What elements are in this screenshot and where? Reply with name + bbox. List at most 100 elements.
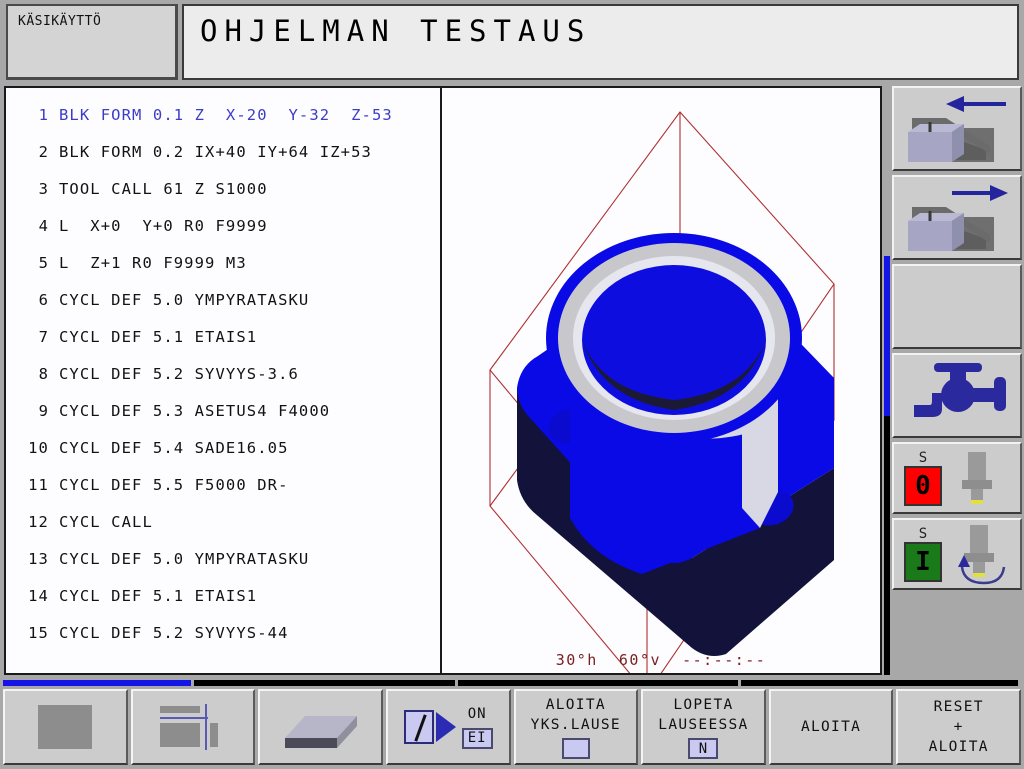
program-listing-panel[interactable]: 1 BLK FORM 0.1 Z X-20 Y-32 Z-53 2 BLK FORM … <box>4 86 441 675</box>
machined-circular-pocket <box>546 233 803 443</box>
scroll-segment[interactable] <box>740 680 1018 686</box>
program-line[interactable]: 8 CYCL DEF 5.2 SYVYYS-3.6 <box>6 355 440 392</box>
program-line[interactable]: 13 CYCL DEF 5.0 YMPYRATASKU <box>6 540 440 577</box>
program-line-number: 12 <box>28 512 49 531</box>
softkey-line2: + <box>953 719 964 735</box>
softkey-skip-block-toggle[interactable]: ON EI <box>385 689 511 765</box>
program-line-text: CYCL CALL <box>59 512 153 531</box>
softkey-view-split[interactable] <box>130 689 256 765</box>
spindle-rotate-icon <box>958 525 1006 585</box>
page-title-box: OHJELMAN TESTAUS <box>182 4 1019 80</box>
spindle-start-axis-label: S <box>918 526 928 542</box>
horizontal-scroll-strip[interactable] <box>0 677 1024 687</box>
toggle-on-label: ON <box>467 705 487 722</box>
program-line-text: CYCL DEF 5.0 YMPYRATASKU <box>59 549 310 568</box>
single-block-chip[interactable] <box>561 738 590 759</box>
operating-mode-box[interactable]: KÄSIKÄYTTÖ <box>6 4 178 80</box>
program-line-text: CYCL DEF 5.0 YMPYRATASKU <box>59 290 310 309</box>
program-line[interactable]: 1 BLK FORM 0.1 Z X-20 Y-32 Z-53 <box>6 96 440 133</box>
program-line[interactable]: 9 CYCL DEF 5.3 ASETUS4 F4000 <box>6 392 440 429</box>
program-line[interactable]: 10 CYCL DEF 5.4 SADE16.05 <box>6 429 440 466</box>
spindle-start-state: I <box>904 542 942 582</box>
program-line-number: 10 <box>28 438 49 457</box>
softkey-start-single-block[interactable]: ALOITA YKS.LAUSE <box>513 689 639 765</box>
program-line-number: 7 <box>38 327 49 346</box>
softkey-line1: ALOITA <box>545 697 606 713</box>
softkey-coolant[interactable] <box>892 353 1022 438</box>
program-line[interactable]: 15 CYCL DEF 5.2 SYVYYS-44 <box>6 614 440 651</box>
softkey-start[interactable]: ALOITA <box>768 689 894 765</box>
simulation-view-panel[interactable]: 30°h 60°v --:--:-- <box>440 86 883 675</box>
program-line-text: CYCL DEF 5.1 ETAIS1 <box>59 327 258 346</box>
program-line-number: 1 <box>38 105 49 124</box>
header-bar: KÄSIKÄYTTÖ OHJELMAN TESTAUS <box>0 0 1024 84</box>
program-line-number: 15 <box>28 623 49 642</box>
program-line-text: CYCL DEF 5.5 F5000 DR- <box>59 475 289 494</box>
right-softkey-column: S 0 S I <box>892 86 1022 675</box>
program-line-number: 2 <box>38 142 49 161</box>
program-line-number: 11 <box>28 475 49 494</box>
program-line-text: BLK FORM 0.1 Z X-20 Y-32 Z-53 <box>59 105 393 124</box>
main-body: 1 BLK FORM 0.1 Z X-20 Y-32 Z-53 2 BLK FORM … <box>0 84 1024 677</box>
program-line-text: L Z+1 R0 F9999 M3 <box>59 253 247 272</box>
program-line[interactable]: 4 L X+0 Y+0 R0 F9999 <box>6 207 440 244</box>
spindle-stop-state: 0 <box>904 466 942 506</box>
program-line-number: 8 <box>38 364 49 383</box>
softkey-spindle-stop[interactable]: S 0 <box>892 442 1022 514</box>
scroll-segment[interactable] <box>3 680 191 686</box>
program-line-text: CYCL DEF 5.1 ETAIS1 <box>59 586 258 605</box>
arm-arrow-left-icon <box>908 96 1006 162</box>
program-line-number: 13 <box>28 549 49 568</box>
softkey-line1: LOPETA <box>673 697 734 713</box>
split-layout-icon <box>159 704 226 750</box>
program-line-text: CYCL DEF 5.2 SYVYYS-44 <box>59 623 289 642</box>
softkey-blank[interactable] <box>892 264 1022 349</box>
softkey-view-solid[interactable] <box>3 689 128 765</box>
program-line[interactable]: 12 CYCL CALL <box>6 503 440 540</box>
program-line-number: 3 <box>38 179 49 198</box>
program-line-text: CYCL DEF 5.3 ASETUS4 F4000 <box>59 401 331 420</box>
program-line[interactable]: 7 CYCL DEF 5.1 ETAIS1 <box>6 318 440 355</box>
program-line[interactable]: 11 CYCL DEF 5.5 F5000 DR- <box>6 466 440 503</box>
program-line[interactable]: 2 BLK FORM 0.2 IX+40 IY+64 IZ+53 <box>6 133 440 170</box>
softkey-reset-start[interactable]: RESET + ALOITA <box>896 689 1021 765</box>
program-line[interactable]: 14 CYCL DEF 5.1 ETAIS1 <box>6 577 440 614</box>
vertical-scroll-thumb[interactable] <box>884 256 891 416</box>
slash-arrow-icon <box>403 710 456 744</box>
softkey-move-left[interactable] <box>892 86 1022 171</box>
scroll-segment[interactable] <box>458 680 738 686</box>
toggle-value-chip[interactable]: EI <box>461 727 493 749</box>
program-line-number: 9 <box>38 401 49 420</box>
program-line-text: CYCL DEF 5.4 SADE16.05 <box>59 438 289 457</box>
vertical-scrollbar[interactable] <box>883 86 891 675</box>
program-line-text: TOOL CALL 61 Z S1000 <box>59 179 268 198</box>
page-title: OHJELMAN TESTAUS <box>200 14 592 48</box>
stop-at-block-chip[interactable]: N <box>688 738 719 759</box>
program-line[interactable]: 6 CYCL DEF 5.0 YMPYRATASKU <box>6 281 440 318</box>
simulation-status-text: 30°h 60°v --:--:-- <box>555 651 767 669</box>
block-3d-icon <box>284 716 357 748</box>
softkey-line1: RESET <box>933 699 984 715</box>
softkey-view-3d[interactable] <box>258 689 383 765</box>
cnc-control-screen: KÄSIKÄYTTÖ OHJELMAN TESTAUS 1 BLK FORM 0.… <box>0 0 1024 769</box>
spindle-stop-axis-label: S <box>918 450 928 466</box>
operating-mode-label: KÄSIKÄYTTÖ <box>18 14 102 29</box>
softkey-spindle-start[interactable]: S I <box>892 518 1022 590</box>
softkey-stop-at-block[interactable]: LOPETA LAUSEESSA N <box>641 689 766 765</box>
coolant-tap-icon <box>914 363 1006 417</box>
softkey-move-right[interactable] <box>892 175 1022 260</box>
spindle-tool-icon <box>962 452 992 504</box>
program-line-number: 4 <box>38 216 49 235</box>
program-line-text: L X+0 Y+0 R0 F9999 <box>59 216 268 235</box>
softkey-line1: ALOITA <box>800 719 862 735</box>
program-line[interactable]: 3 TOOL CALL 61 Z S1000 <box>6 170 440 207</box>
bottom-softkey-bar: ON EI ALOITA YKS.LAUSE LOPETA LAUSEESSA … <box>0 677 1024 769</box>
filled-square-icon <box>38 705 93 749</box>
scroll-segment[interactable] <box>193 680 456 686</box>
workpiece-3d-render <box>489 111 835 673</box>
program-line[interactable]: 5 L Z+1 R0 F9999 M3 <box>6 244 440 281</box>
program-line-text: CYCL DEF 5.2 SYVYYS-3.6 <box>59 364 299 383</box>
softkey-line2: YKS.LAUSE <box>530 717 621 733</box>
softkey-line2: LAUSEESSA <box>658 717 749 733</box>
program-line-number: 5 <box>38 253 49 272</box>
